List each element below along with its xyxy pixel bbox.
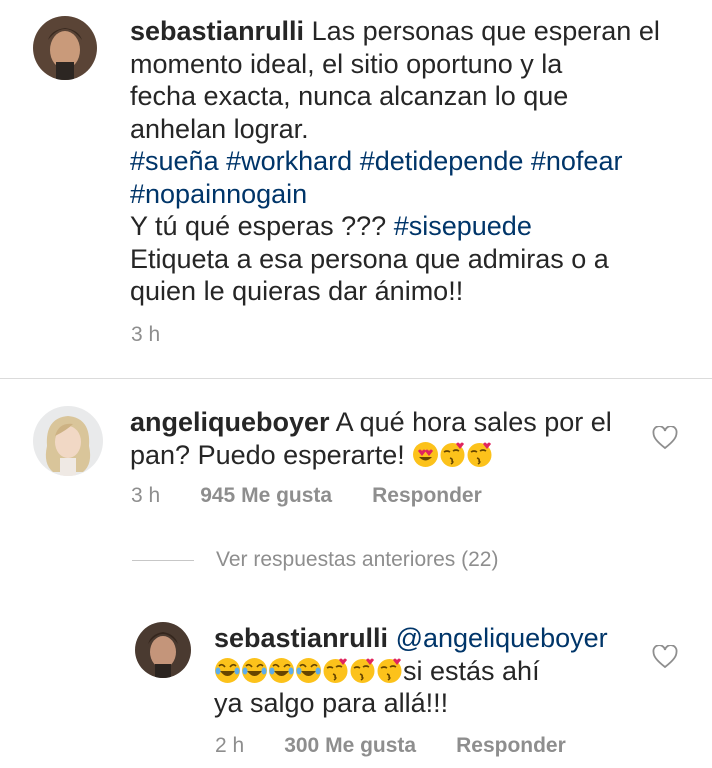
comment-meta: 3 h 945 Me gusta Responder xyxy=(131,484,482,508)
view-previous-replies[interactable]: Ver respuestas anteriores (22) xyxy=(132,548,498,572)
post-caption: sebastianrulli Las personas que esperan … xyxy=(130,15,690,308)
joy-emoji-icon xyxy=(295,657,322,684)
comment-text-line: A qué hora sales por el xyxy=(335,407,612,437)
caption-line: momento ideal, el sitio oportuno y la xyxy=(130,48,563,79)
like-heart-icon[interactable] xyxy=(652,426,678,450)
post-author-username[interactable]: sebastianrulli xyxy=(130,16,304,46)
reply-author-username[interactable]: sebastianrulli xyxy=(214,623,388,653)
instagram-comments-view: sebastianrulli Las personas que esperan … xyxy=(0,0,712,768)
reply-text-line: ya salgo para allá!!! xyxy=(214,688,449,718)
post-meta: 3 h xyxy=(131,323,160,347)
joy-emoji-icon xyxy=(241,657,268,684)
caption-question: Y tú qué esperas ??? xyxy=(130,211,387,241)
kissing-heart-emoji-icon xyxy=(322,657,349,684)
reply-likes-count[interactable]: 300 Me gusta xyxy=(284,734,416,758)
kissing-heart-emoji-icon xyxy=(466,441,493,468)
kissing-heart-emoji-icon xyxy=(376,657,403,684)
post-timestamp: 3 h xyxy=(131,323,161,346)
hashtag-link[interactable]: #workhard xyxy=(226,146,352,176)
comment-body: angeliqueboyer A qué hora sales por el p… xyxy=(130,406,630,471)
hashtag-link[interactable]: #nofear xyxy=(531,146,623,176)
reply-body: sebastianrulli @angeliqueboyer si estás … xyxy=(214,622,644,720)
hashtag-link[interactable]: #sueña xyxy=(130,146,219,176)
comment-timestamp: 3 h xyxy=(131,484,161,507)
mention-link[interactable]: @angeliqueboyer xyxy=(396,623,608,653)
caption-line: Etiqueta a esa persona que admiras o a xyxy=(130,243,609,274)
reply-meta: 2 h 300 Me gusta Responder xyxy=(215,734,566,758)
caption-line: anhelan lograr. xyxy=(130,113,309,144)
hashtag-link[interactable]: #sisepuede xyxy=(394,211,532,241)
heart-eyes-emoji-icon xyxy=(412,441,439,468)
comment-text-line: pan? Puedo esperarte! xyxy=(130,439,405,470)
kissing-heart-emoji-icon xyxy=(439,441,466,468)
caption-line: quien le quieras dar ánimo!! xyxy=(130,276,464,306)
commenter-avatar[interactable] xyxy=(33,406,103,476)
joy-emoji-icon xyxy=(268,657,295,684)
commenter-username[interactable]: angeliqueboyer xyxy=(130,407,330,437)
kissing-heart-emoji-icon xyxy=(349,657,376,684)
replies-line-divider xyxy=(132,559,194,561)
reply-timestamp: 2 h xyxy=(215,734,245,757)
divider xyxy=(0,378,712,379)
joy-emoji-icon xyxy=(214,657,241,684)
reply-button[interactable]: Responder xyxy=(372,484,482,508)
post-author-avatar[interactable] xyxy=(33,16,97,80)
reply-button[interactable]: Responder xyxy=(456,734,566,758)
like-heart-icon[interactable] xyxy=(652,645,678,669)
reply-text-line: si estás ahí xyxy=(403,655,540,686)
comment-likes-count[interactable]: 945 Me gusta xyxy=(200,484,332,508)
reply-author-avatar[interactable] xyxy=(135,622,191,678)
caption-line: Las personas que esperan el xyxy=(311,16,660,46)
view-previous-replies-label[interactable]: Ver respuestas anteriores (22) xyxy=(216,548,498,572)
hashtag-link[interactable]: #detidepende xyxy=(360,146,524,176)
hashtag-link[interactable]: #nopainnogain xyxy=(130,179,307,209)
caption-line: fecha exacta, nunca alcanzan lo que xyxy=(130,81,569,111)
